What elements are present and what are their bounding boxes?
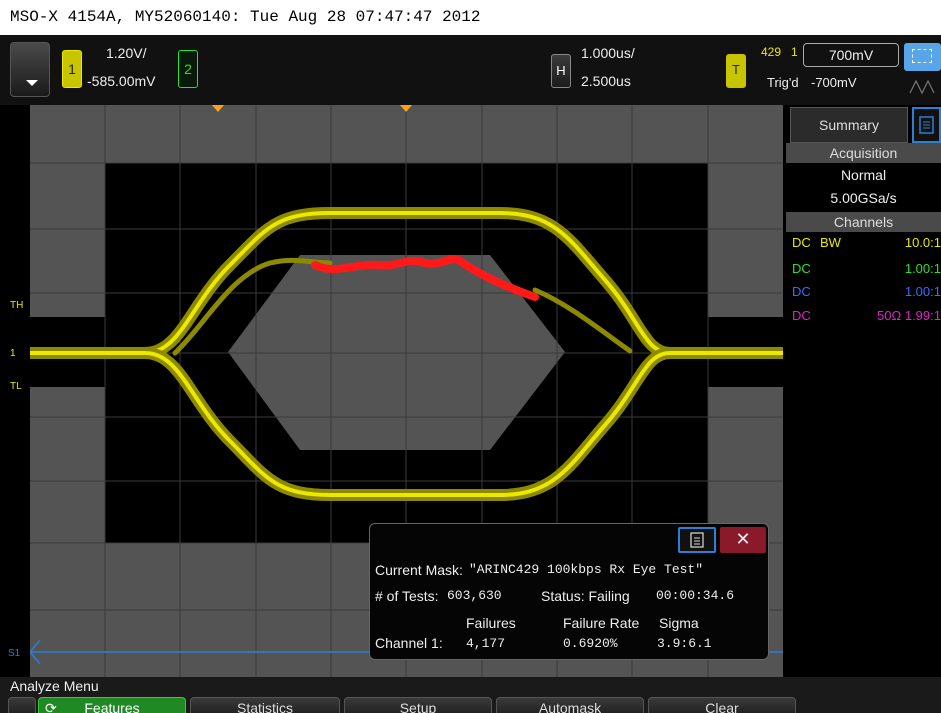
channel-row: DC 50Ω 1.99:1 bbox=[792, 308, 941, 323]
tab-summary[interactable]: Summary bbox=[790, 107, 908, 143]
close-icon: ✕ bbox=[735, 529, 751, 550]
setup-softkey[interactable]: Setup bbox=[344, 697, 492, 713]
channel-1-button[interactable]: 1 bbox=[62, 50, 82, 88]
automask-softkey[interactable]: Automask bbox=[496, 697, 644, 713]
row-label: Channel 1: bbox=[375, 635, 443, 651]
top-bar: 1 1.20V/ -585.00mV 2 H 1.000us/ 2.500us … bbox=[0, 35, 941, 105]
channel-2-button[interactable]: 2 bbox=[178, 50, 198, 88]
trigger-level-high[interactable]: 700mV bbox=[803, 43, 899, 67]
channel-row: DC 1.00:1 bbox=[792, 261, 941, 276]
draw-tool-button[interactable] bbox=[904, 73, 941, 99]
mask-panel-menu-button[interactable] bbox=[678, 527, 716, 553]
features-softkey[interactable]: ⟳ Features bbox=[38, 697, 186, 713]
failure-rate-value: 0.6920% bbox=[563, 636, 618, 651]
side-panel: Summary Acquisition Normal 5.00GSa/s Cha… bbox=[786, 105, 941, 677]
softkey-menu: Analyze Menu ⟳ Features Statistics Setup… bbox=[0, 677, 941, 713]
threshold-high-marker: TH bbox=[10, 300, 24, 311]
refresh-icon: ⟳ bbox=[45, 700, 57, 713]
trigger-status: Trig'd bbox=[767, 75, 799, 90]
tab-info[interactable] bbox=[912, 107, 941, 143]
trigger-level-low: -700mV bbox=[811, 75, 857, 90]
title-bar: MSO-X 4154A, MY52060140: Tue Aug 28 07:4… bbox=[0, 0, 941, 35]
sigma-value: 3.9:6.1 bbox=[657, 636, 712, 651]
channel-row: DC BW 10.0:1 bbox=[792, 235, 941, 250]
main-menu-button[interactable] bbox=[10, 42, 50, 97]
clear-softkey[interactable]: Clear bbox=[648, 697, 796, 713]
current-mask-label: Current Mask: bbox=[375, 562, 463, 578]
trigger-source: 1 bbox=[791, 45, 798, 59]
list-icon bbox=[919, 116, 934, 134]
horizontal-button[interactable]: H bbox=[551, 54, 571, 88]
list-icon bbox=[690, 532, 704, 548]
channel-row: DC 1.00:1 bbox=[792, 284, 941, 299]
menu-back-button[interactable] bbox=[8, 697, 36, 713]
select-tool-button[interactable] bbox=[904, 43, 941, 71]
current-mask-value: "ARINC429 100kbps Rx Eye Test" bbox=[469, 562, 704, 577]
acquisition-header: Acquisition bbox=[786, 143, 941, 163]
waveform-tool-icon bbox=[909, 79, 935, 95]
sample-rate: 5.00GSa/s bbox=[830, 190, 897, 206]
ch1-scale: 1.20V/ bbox=[106, 45, 147, 61]
tests-value: 603,630 bbox=[447, 588, 502, 603]
mask-test-panel: ✕ Current Mask: "ARINC429 100kbps Rx Eye… bbox=[369, 523, 769, 660]
time-scale: 1.000us/ bbox=[581, 45, 635, 61]
acquisition-mode: Normal bbox=[840, 167, 887, 183]
trigger-position-marker bbox=[212, 105, 224, 112]
channels-header: Channels bbox=[786, 212, 941, 232]
trigger-mode: 429 bbox=[761, 45, 782, 59]
channel-1-ground-marker: 1 bbox=[10, 348, 16, 359]
tests-label: # of Tests: bbox=[375, 588, 439, 604]
col-failures: Failures bbox=[466, 615, 516, 631]
ch1-offset: -585.00mV bbox=[87, 73, 156, 89]
test-status: Status: Failing bbox=[541, 588, 630, 604]
time-delay: 2.500us bbox=[581, 73, 631, 89]
selection-icon bbox=[912, 49, 932, 63]
serial-1-marker: S1 bbox=[8, 648, 21, 659]
menu-title: Analyze Menu bbox=[10, 678, 99, 694]
chevron-down-icon bbox=[26, 80, 38, 86]
col-sigma: Sigma bbox=[659, 615, 699, 631]
threshold-low-marker: TL bbox=[10, 381, 22, 392]
trigger-button[interactable]: T bbox=[726, 54, 746, 88]
elapsed-time: 00:00:34.6 bbox=[656, 588, 735, 603]
statistics-softkey[interactable]: Statistics bbox=[190, 697, 340, 713]
col-failure-rate: Failure Rate bbox=[563, 615, 640, 631]
time-reference-marker bbox=[400, 105, 412, 112]
failures-value: 4,177 bbox=[466, 636, 506, 651]
close-button[interactable]: ✕ bbox=[720, 527, 766, 553]
